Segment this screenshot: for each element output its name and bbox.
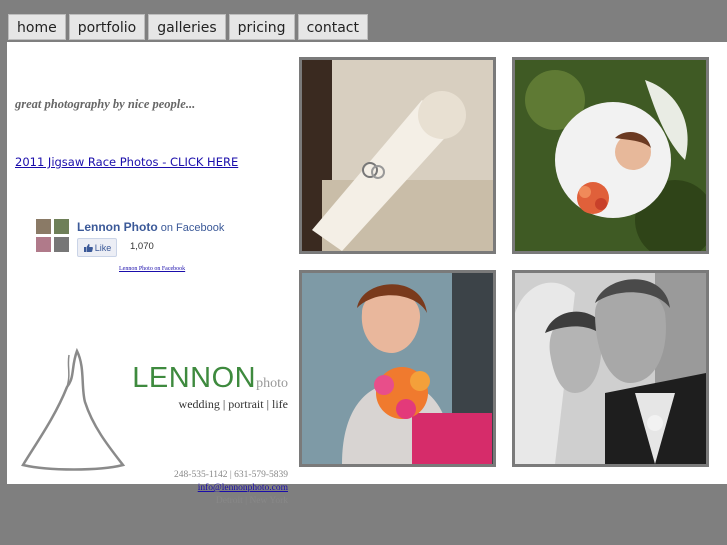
- like-button[interactable]: Like: [77, 238, 117, 257]
- main-nav: home portfolio galleries pricing contact: [8, 14, 368, 40]
- fan-avatar: [54, 219, 69, 234]
- tagline: great photography by nice people...: [15, 97, 196, 111]
- location: Detroit | New York: [215, 496, 288, 506]
- facebook-small-link[interactable]: Lennon Photo on Facebook: [119, 266, 185, 272]
- fan-avatar: [36, 237, 51, 252]
- thumbs-up-icon: [83, 243, 93, 252]
- nav-portfolio[interactable]: portfolio: [68, 14, 146, 40]
- fan-avatar: [36, 219, 51, 234]
- bride-above-image: [515, 60, 706, 251]
- wedding-dress-logo-icon: [21, 347, 126, 471]
- photo-bride-above[interactable]: [512, 57, 709, 254]
- fan-avatar: [54, 237, 69, 252]
- facebook-page-name[interactable]: Lennon Photo: [77, 220, 158, 234]
- bride-flowers-image: [302, 273, 493, 464]
- nav-galleries[interactable]: galleries: [148, 14, 226, 40]
- brand-name-suffix: photo: [256, 376, 288, 391]
- brand-block: LENNONphoto wedding | portrait | life: [132, 362, 288, 412]
- brand-name: LENNON: [132, 362, 257, 394]
- facebook-fan-thumbnails: [36, 219, 72, 255]
- nav-home[interactable]: home: [8, 14, 66, 40]
- like-label: Like: [94, 242, 112, 253]
- rings-bouquet-image: [302, 60, 493, 251]
- phone-numbers: 248-535-1142 | 631-579-5839: [174, 470, 288, 480]
- photo-rings-bouquet[interactable]: [299, 57, 496, 254]
- photo-bride-flowers[interactable]: [299, 270, 496, 467]
- photo-couple[interactable]: [512, 270, 709, 467]
- race-photos-link[interactable]: 2011 Jigsaw Race Photos - CLICK HERE: [15, 155, 238, 169]
- nav-contact[interactable]: contact: [297, 14, 368, 40]
- contact-info: 248-535-1142 | 631-579-5839 info@lennonp…: [174, 469, 288, 508]
- brand-services: wedding | portrait | life: [178, 397, 288, 411]
- facebook-page-title: Lennon Photo on Facebook: [77, 220, 224, 234]
- like-count: 1,070: [130, 241, 154, 252]
- couple-image: [515, 273, 706, 464]
- email-link[interactable]: info@lennonphoto.com: [198, 483, 288, 493]
- facebook-suffix: on Facebook: [160, 222, 225, 234]
- nav-pricing[interactable]: pricing: [228, 14, 295, 40]
